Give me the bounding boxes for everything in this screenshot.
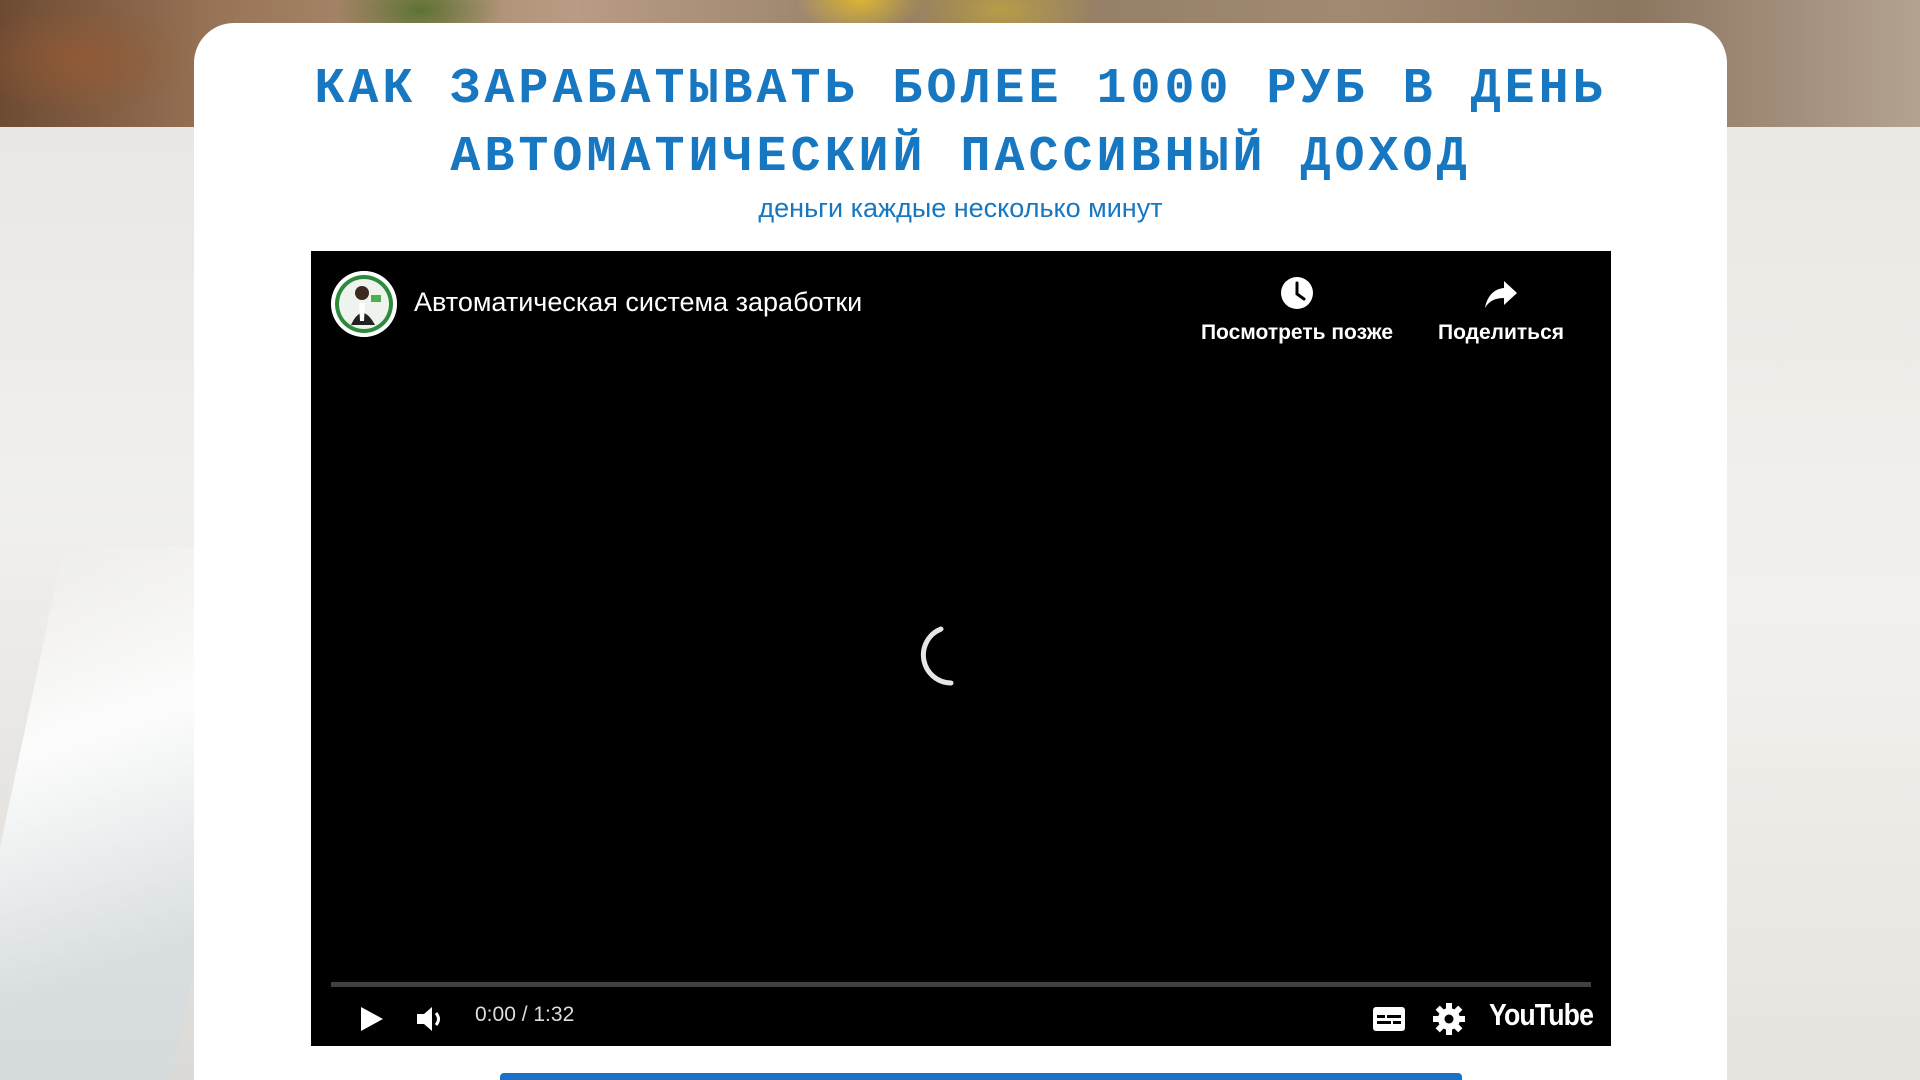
background-photo-left: [0, 127, 195, 1080]
headline-line-2: АВТОМАТИЧЕСКИЙ ПАССИВНЫЙ ДОХОД: [450, 129, 1471, 186]
share-label: Поделиться: [1437, 321, 1565, 344]
cta-button-top-edge[interactable]: [500, 1073, 1462, 1080]
channel-avatar[interactable]: [331, 271, 397, 337]
background-photo-right: [1725, 127, 1920, 1080]
volume-icon[interactable]: [411, 999, 451, 1039]
share-arrow-icon: [1485, 281, 1517, 308]
youtube-logo[interactable]: YouTube: [1489, 997, 1594, 1033]
progress-bar[interactable]: [331, 982, 1591, 987]
subtitles-icon[interactable]: [1369, 1001, 1409, 1037]
clock-icon: [1281, 277, 1313, 309]
play-icon[interactable]: [351, 999, 391, 1039]
video-title[interactable]: Автоматическая система заработки: [414, 287, 862, 318]
content-card: КАК ЗАРАБАТЫВАТЬ БОЛЕЕ 1000 РУБ В ДЕНЬ А…: [194, 23, 1727, 1080]
headline-line-1: КАК ЗАРАБАТЫВАТЬ БОЛЕЕ 1000 РУБ В ДЕНЬ: [314, 61, 1607, 118]
video-player[interactable]: Автоматическая система заработки Посмотр…: [311, 251, 1611, 1046]
watch-later-label: Посмотреть позже: [1200, 321, 1394, 344]
avatar-image-icon: [331, 271, 397, 337]
loading-spinner: [920, 626, 954, 686]
watch-later-button[interactable]: Посмотреть позже: [1187, 273, 1407, 345]
time-display: 0:00 / 1:32: [475, 1003, 575, 1026]
share-button[interactable]: Поделиться: [1426, 273, 1576, 345]
gear-icon[interactable]: [1429, 999, 1469, 1039]
page-subtitle: деньги каждые несколько минут: [758, 193, 1163, 223]
